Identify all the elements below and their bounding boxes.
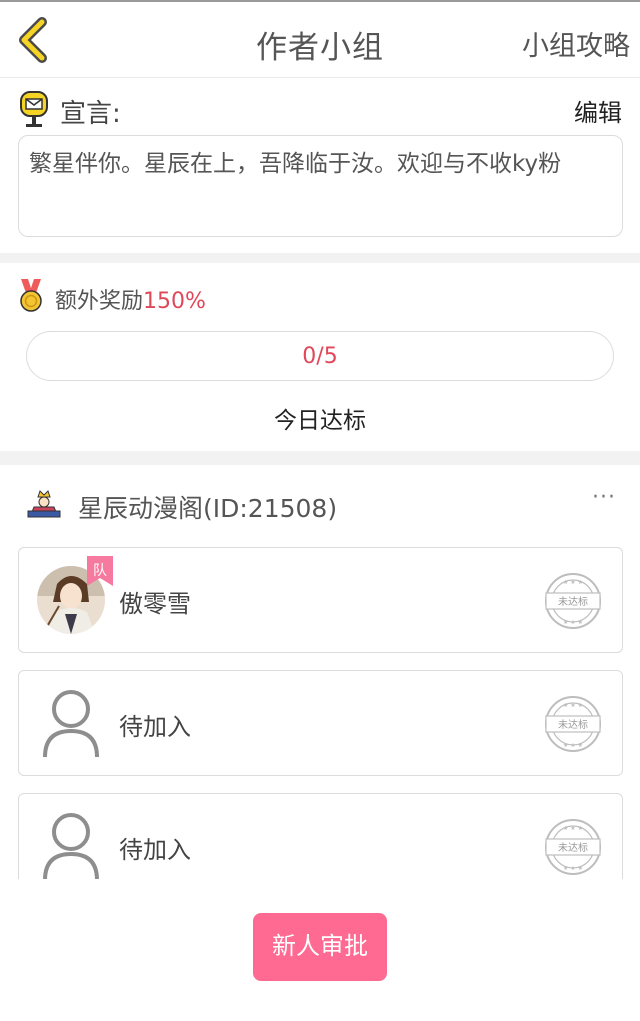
svg-text:★ ★ ★: ★ ★ ★ xyxy=(563,702,583,709)
svg-text:★ ★ ★: ★ ★ ★ xyxy=(563,742,583,749)
new-member-approval-button[interactable]: 新人审批 xyxy=(253,913,387,981)
stamp-label: 未达标 xyxy=(558,596,588,608)
header: 作者小组 小组攻略 xyxy=(0,2,640,78)
member-name: 待加入 xyxy=(119,836,191,864)
member-card[interactable]: 待加入 未达标 ★ ★ ★ ★ ★ ★ xyxy=(18,670,623,776)
group-name: 星辰动漫阁(ID:21508) xyxy=(78,494,338,523)
edit-declaration-button[interactable]: 编辑 xyxy=(574,93,622,128)
footer: 新人审批 xyxy=(0,879,640,1021)
not-qualified-stamp-icon: 未达标 ★ ★ ★ ★ ★ ★ xyxy=(545,696,601,752)
member-card[interactable]: 队 傲零雪 未达标 ★ ★ ★ ★ ★ ★ xyxy=(18,547,623,653)
stamp-label: 未达标 xyxy=(558,719,588,731)
member-name: 傲零雪 xyxy=(119,590,191,618)
extra-reward-text: 额外奖励 xyxy=(55,289,144,314)
person-placeholder-icon xyxy=(43,690,99,758)
extra-reward-percent: 150% xyxy=(143,289,206,314)
member-card[interactable]: 待加入 未达标 ★ ★ ★ ★ ★ ★ xyxy=(18,793,623,879)
section-divider xyxy=(0,451,640,465)
member-list: 队 傲零雪 未达标 ★ ★ ★ ★ ★ ★ 待加入 未达标 ★ ★ ★ ★ ★ … xyxy=(0,543,640,879)
svg-text:★ ★ ★: ★ ★ ★ xyxy=(563,579,583,586)
svg-text:★ ★ ★: ★ ★ ★ xyxy=(563,865,583,872)
extra-reward-label: 额外奖励150% xyxy=(55,283,206,315)
daily-target-status: 今日达标 xyxy=(274,408,366,434)
declaration-label: 宣言: xyxy=(60,99,121,129)
team-leader-badge-label: 队 xyxy=(93,563,107,579)
daily-progress-bar: 0/5 xyxy=(26,331,614,381)
reward-section: 额外奖励150% 0/5 今日达标 xyxy=(0,263,640,451)
person-placeholder-icon xyxy=(43,813,99,879)
group-crown-icon xyxy=(27,490,61,518)
progress-count: 0/5 xyxy=(302,344,338,369)
group-guide-link[interactable]: 小组攻略 xyxy=(522,24,630,63)
declaration-text: 繁星伴你。星辰在上，吾降临于汝。欢迎与不收ky粉 xyxy=(18,135,623,237)
member-name: 待加入 xyxy=(119,713,191,741)
medal-icon xyxy=(20,279,42,312)
more-options-button[interactable]: ··· xyxy=(592,485,616,510)
declaration-section: 宣言: 编辑 繁星伴你。星辰在上，吾降临于汝。欢迎与不收ky粉 xyxy=(0,79,640,253)
section-divider xyxy=(0,253,640,263)
not-qualified-stamp-icon: 未达标 ★ ★ ★ ★ ★ ★ xyxy=(545,573,601,629)
not-qualified-stamp-icon: 未达标 ★ ★ ★ ★ ★ ★ xyxy=(545,819,601,875)
mailbox-icon xyxy=(20,91,48,127)
svg-text:★ ★ ★: ★ ★ ★ xyxy=(563,825,583,832)
stamp-label: 未达标 xyxy=(558,842,588,854)
group-header: 星辰动漫阁(ID:21508) ··· xyxy=(0,465,640,543)
svg-text:★ ★ ★: ★ ★ ★ xyxy=(563,619,583,626)
